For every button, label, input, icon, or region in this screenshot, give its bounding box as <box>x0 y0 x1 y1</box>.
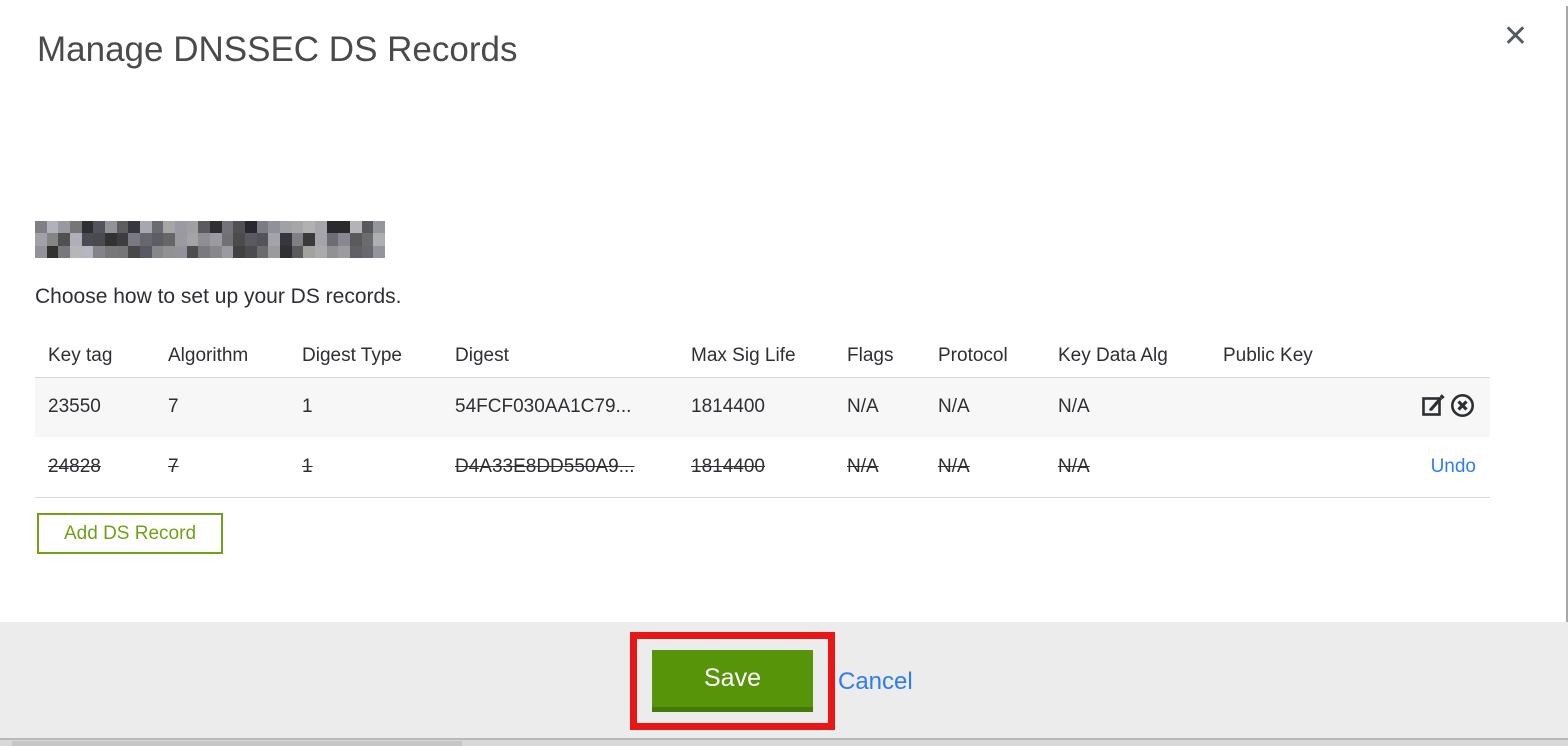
cell-key-tag: 24828 <box>35 437 155 498</box>
cell-flags: N/A <box>834 377 925 437</box>
cell-digest-type: 1 <box>289 437 442 498</box>
table-row: 24828 7 1 D4A33E8DD550A9... 1814400 N/A … <box>35 437 1490 498</box>
background-content-fragment <box>12 741 462 746</box>
page-title: Manage DNSSEC DS Records <box>37 30 518 69</box>
redacted-domain-name <box>35 221 385 258</box>
col-public-key: Public Key <box>1210 335 1360 378</box>
col-flags: Flags <box>834 335 925 378</box>
edit-icon[interactable] <box>1420 391 1447 418</box>
cell-key-tag: 23550 <box>35 377 155 437</box>
cell-actions <box>1360 377 1490 437</box>
close-icon[interactable]: ✕ <box>1503 22 1528 52</box>
annotation-highlight-box: Save <box>630 632 835 730</box>
cell-protocol: N/A <box>925 437 1045 498</box>
page-behind-modal <box>0 738 1568 746</box>
save-button[interactable]: Save <box>652 650 813 712</box>
cell-flags: N/A <box>834 437 925 498</box>
cell-actions: Undo <box>1360 437 1490 498</box>
cell-digest: 54FCF030AA1C79... <box>442 377 678 437</box>
cell-public-key <box>1210 377 1360 437</box>
cell-digest-type: 1 <box>289 377 442 437</box>
cell-key-data-alg: N/A <box>1045 437 1210 498</box>
col-digest: Digest <box>442 335 678 378</box>
cell-digest: D4A33E8DD550A9... <box>442 437 678 498</box>
col-protocol: Protocol <box>925 335 1045 378</box>
col-key-tag: Key tag <box>35 335 155 378</box>
cell-algorithm: 7 <box>155 377 289 437</box>
col-key-data-alg: Key Data Alg <box>1045 335 1210 378</box>
cell-public-key <box>1210 437 1360 498</box>
col-digest-type: Digest Type <box>289 335 442 378</box>
modal-footer: Save Cancel <box>0 622 1568 738</box>
add-ds-record-button[interactable]: Add DS Record <box>37 513 224 554</box>
undo-link[interactable]: Undo <box>1431 456 1476 477</box>
delete-icon[interactable] <box>1449 391 1476 418</box>
cell-algorithm: 7 <box>155 437 289 498</box>
cell-max-sig-life: 1814400 <box>678 437 834 498</box>
ds-records-table: Key tag Algorithm Digest Type Digest Max… <box>35 335 1490 498</box>
table-row: 23550 7 1 54FCF030AA1C79... 1814400 N/A … <box>35 377 1490 437</box>
col-actions <box>1360 335 1490 378</box>
cell-protocol: N/A <box>925 377 1045 437</box>
cancel-link[interactable]: Cancel <box>838 668 913 696</box>
col-algorithm: Algorithm <box>155 335 289 378</box>
table-header-row: Key tag Algorithm Digest Type Digest Max… <box>35 335 1490 378</box>
cell-max-sig-life: 1814400 <box>678 377 834 437</box>
cell-key-data-alg: N/A <box>1045 377 1210 437</box>
col-max-sig-life: Max Sig Life <box>678 335 834 378</box>
instruction-text: Choose how to set up your DS records. <box>35 285 402 308</box>
